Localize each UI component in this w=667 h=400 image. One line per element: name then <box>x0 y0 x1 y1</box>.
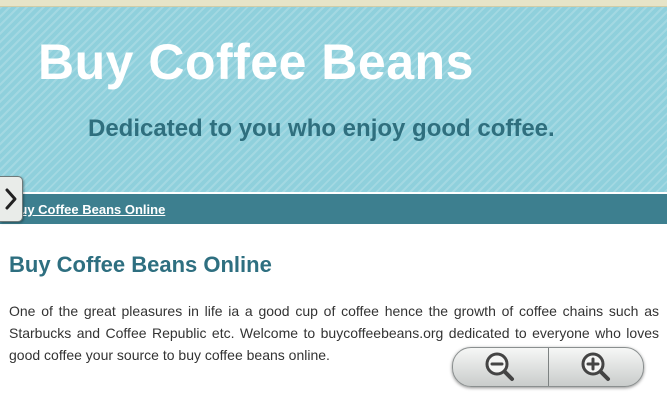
chevron-right-icon <box>5 188 17 210</box>
top-strip <box>0 0 667 7</box>
zoom-out-icon <box>485 352 515 381</box>
site-header: Buy Coffee Beans Dedicated to you who en… <box>0 7 667 194</box>
zoom-in-icon <box>581 352 610 381</box>
zoom-out-button[interactable] <box>453 348 548 386</box>
nav-bar: Buy Coffee Beans Online <box>0 194 667 224</box>
site-tagline: Dedicated to you who enjoy good coffee. <box>88 115 555 142</box>
zoom-controls <box>452 347 644 387</box>
nav-link-buy-coffee-beans-online[interactable]: Buy Coffee Beans Online <box>10 202 165 217</box>
zoom-in-button[interactable] <box>549 348 644 386</box>
side-toggle-button[interactable] <box>0 176 23 222</box>
site-title[interactable]: Buy Coffee Beans <box>38 33 474 91</box>
page-heading: Buy Coffee Beans Online <box>9 252 272 277</box>
